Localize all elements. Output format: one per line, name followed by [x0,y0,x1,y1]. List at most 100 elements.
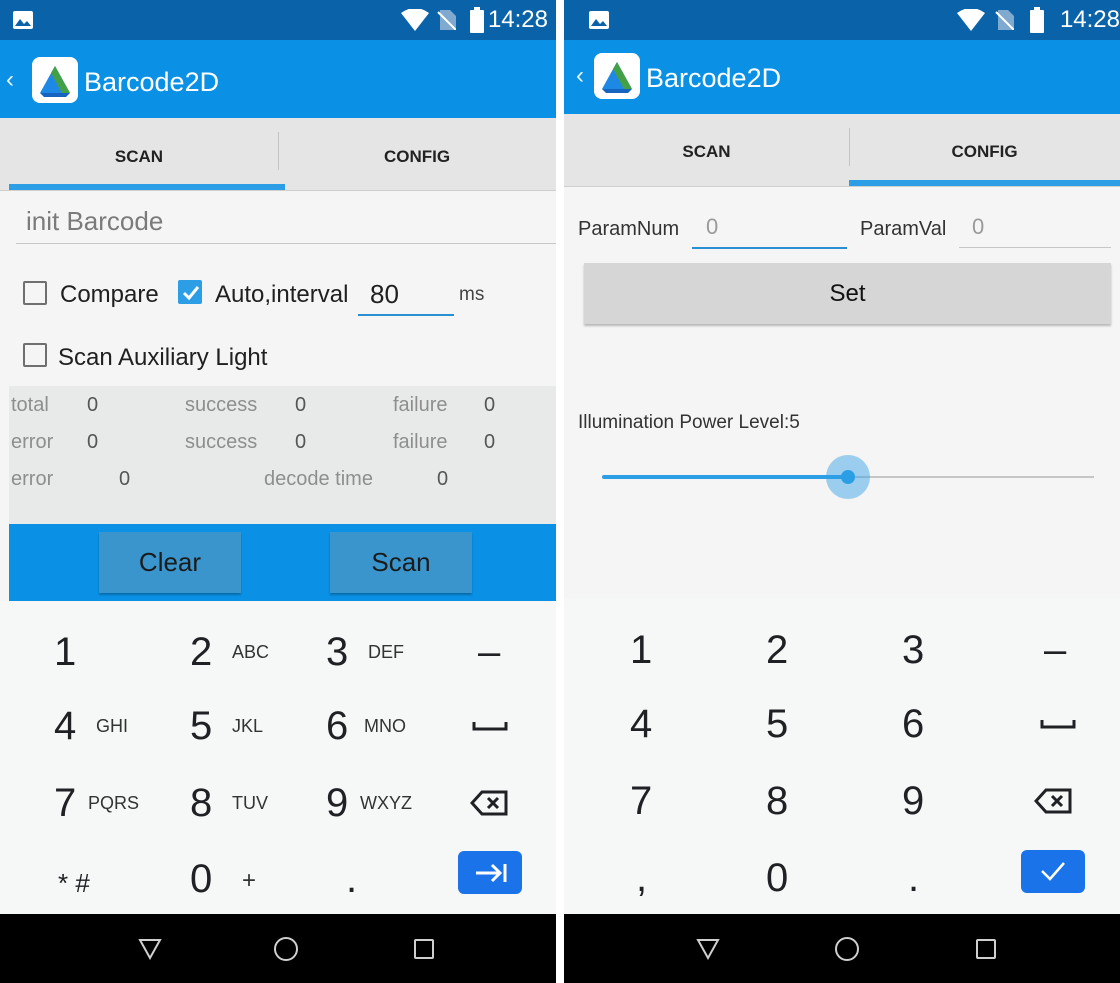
key-7[interactable]: 7 [624,781,754,853]
interval-unit: ms [459,284,485,305]
app-bar: ‹ Barcode2D [0,40,556,118]
wifi-icon [401,9,429,31]
illumination-label: Illumination Power Level:5 [578,412,800,433]
key-dash[interactable]: – [1004,630,1120,702]
status-time: 14:28 [1059,6,1120,33]
stat-label: error [11,468,54,490]
key-4[interactable]: 4 [624,704,754,776]
compare-checkbox[interactable] [23,281,47,305]
nav-back-icon[interactable] [696,938,720,960]
tab-indicator [849,180,1120,186]
key-3[interactable]: 3 DEF [302,632,432,704]
key-5[interactable]: 5 [760,704,890,776]
stat-label: total [11,394,49,416]
param-val-label: ParamVal [860,218,947,240]
back-arrow-icon[interactable]: ‹ [576,62,584,90]
key-8[interactable]: 8 [760,781,890,853]
slider-fill [602,475,848,479]
key-4[interactable]: 4 GHI [30,706,160,778]
backspace-icon [1034,788,1072,814]
backspace-key[interactable] [434,783,556,855]
tab-bar: SCAN CONFIG [564,114,1120,187]
stat-value: 0 [87,394,99,416]
app-logo-icon [32,57,78,103]
key-2[interactable]: 2 ABC [166,632,296,704]
tab-bar: SCAN CONFIG [0,118,556,191]
key-1[interactable]: 1 [624,630,754,702]
no-sim-icon [437,10,456,30]
nav-back-icon[interactable] [138,938,162,960]
key-9[interactable]: 9 WXYZ [302,783,432,855]
nav-recents-icon[interactable] [975,938,997,960]
barcode-result-field[interactable]: init Barcode [26,206,163,237]
nav-home-icon[interactable] [834,936,860,962]
aux-light-checkbox[interactable] [23,343,47,367]
tab-config[interactable]: CONFIG [849,114,1120,187]
tab-scan[interactable]: SCAN [564,114,849,187]
number-keyboard: 1 2 3 – 4 5 6 7 8 9 , 0 . [564,598,1120,914]
scan-button[interactable]: Scan [330,532,472,593]
status-bar: 14:28 [564,0,1120,40]
config-screen: 14:28 ‹ Barcode2D SCAN CONFIG ParamNum 0… [564,0,1120,983]
scan-screen: 14:28 ‹ Barcode2D SCAN CONFIG init Barco… [0,0,556,983]
param-num-underline [692,247,847,249]
stat-label: success [185,431,258,453]
scan-stats-panel: total 0 success 0 failure 0 error 0 succ… [9,386,556,524]
space-icon [472,722,508,731]
no-sim-icon [995,10,1014,30]
compare-label: Compare [60,281,159,308]
app-title: Barcode2D [646,63,782,93]
stat-label: failure [393,431,448,453]
auto-interval-checkbox[interactable] [178,280,202,304]
param-val-input[interactable]: 0 [972,214,984,240]
aux-light-label: Scan Auxiliary Light [58,344,268,371]
interval-underline [358,314,454,316]
stat-value: 0 [119,468,131,490]
interval-input[interactable]: 80 [370,279,399,310]
key-1[interactable]: 1 [30,632,160,704]
app-bar: ‹ Barcode2D [564,40,1120,114]
key-2[interactable]: 2 [760,630,890,702]
battery-icon [1030,7,1044,33]
nav-recents-icon[interactable] [413,938,435,960]
stat-value: 0 [437,468,449,490]
status-bar: 14:28 [0,0,556,40]
phone-keyboard: 1 2 ABC 3 DEF – 4 GHI 5 JKL 6 MNO 7 PQRS 8 TUV … [0,601,556,914]
app-title: Barcode2D [84,67,220,97]
nav-home-icon[interactable] [273,936,299,962]
tab-next-icon [476,863,507,883]
key-dash[interactable]: – [434,632,556,704]
auto-interval-label: Auto,interval [215,281,349,308]
illumination-slider[interactable] [602,455,1094,499]
set-button[interactable]: Set [584,263,1111,324]
space-icon [1040,720,1076,729]
image-icon [13,11,33,29]
tab-scan[interactable]: SCAN [0,118,278,191]
key-6[interactable]: 6 MNO [302,706,432,778]
tab-next-key[interactable] [458,851,522,894]
stat-label: failure [393,394,448,416]
space-key[interactable] [434,706,556,778]
stat-label: success [185,394,258,416]
status-time: 14:28 [487,6,548,33]
tab-indicator [9,184,285,190]
image-icon [589,11,609,29]
check-icon [1041,862,1065,881]
key-5[interactable]: 5 JKL [166,706,296,778]
battery-icon [470,7,484,33]
space-key[interactable] [1004,704,1120,776]
done-key[interactable] [1021,850,1085,893]
slider-thumb[interactable] [841,470,855,484]
back-arrow-icon[interactable]: ‹ [6,66,14,94]
stat-label: decode time [264,468,373,490]
stat-value: 0 [484,394,496,416]
backspace-key[interactable] [1004,781,1120,853]
clear-button[interactable]: Clear [99,532,241,593]
param-val-underline [959,247,1111,248]
key-7[interactable]: 7 PQRS [30,783,160,855]
nav-bar [564,914,1120,983]
key-8[interactable]: 8 TUV [166,783,296,855]
param-num-input[interactable]: 0 [706,214,718,240]
tab-config[interactable]: CONFIG [278,118,556,191]
nav-bar [0,914,556,983]
